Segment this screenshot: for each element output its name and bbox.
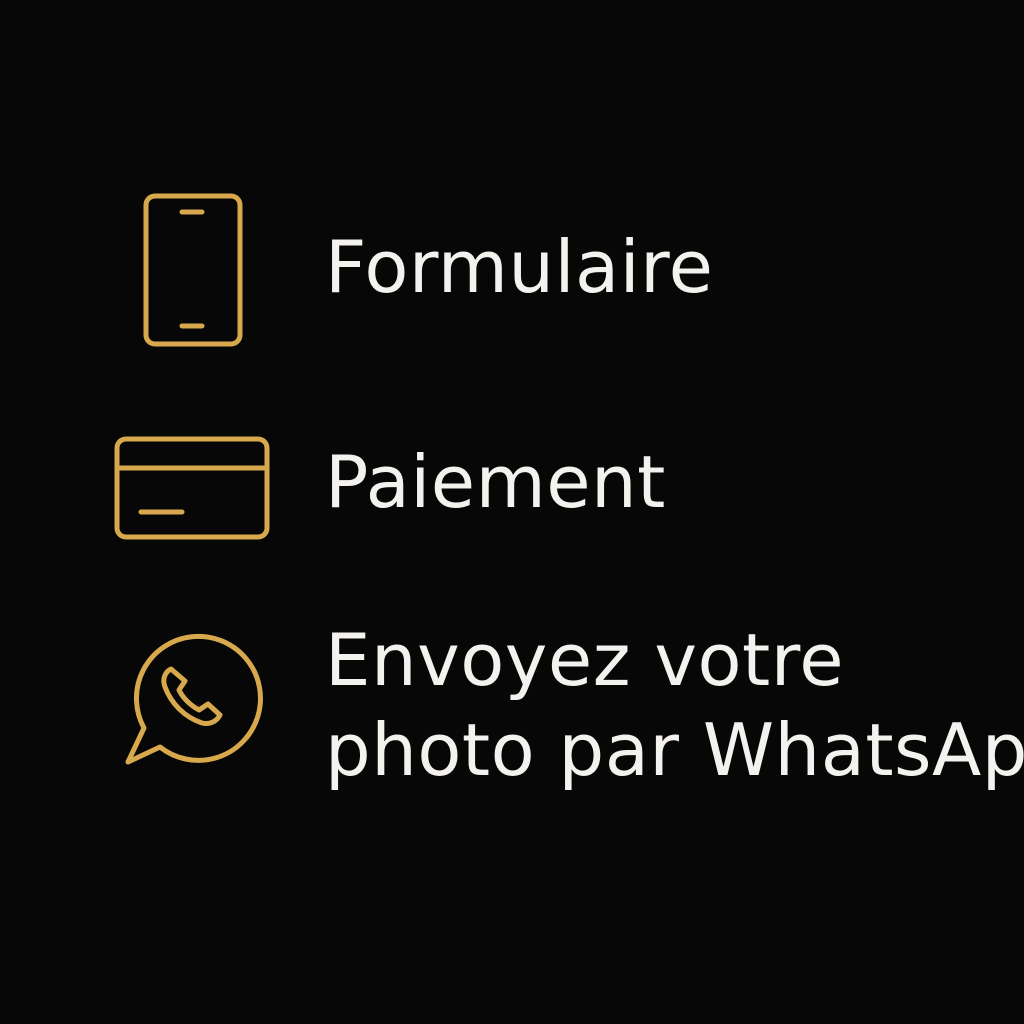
step-label-payment: Paiement bbox=[325, 440, 666, 524]
credit-card-icon bbox=[114, 436, 270, 540]
steps-screen: Formulaire Paiement Envoyez votre photo … bbox=[0, 0, 1024, 1024]
step-label-whatsapp: Envoyez votre photo par WhatsApp bbox=[325, 618, 1024, 792]
step-label-form: Formulaire bbox=[325, 225, 714, 309]
whatsapp-icon bbox=[120, 624, 266, 766]
smartphone-icon bbox=[143, 193, 243, 347]
